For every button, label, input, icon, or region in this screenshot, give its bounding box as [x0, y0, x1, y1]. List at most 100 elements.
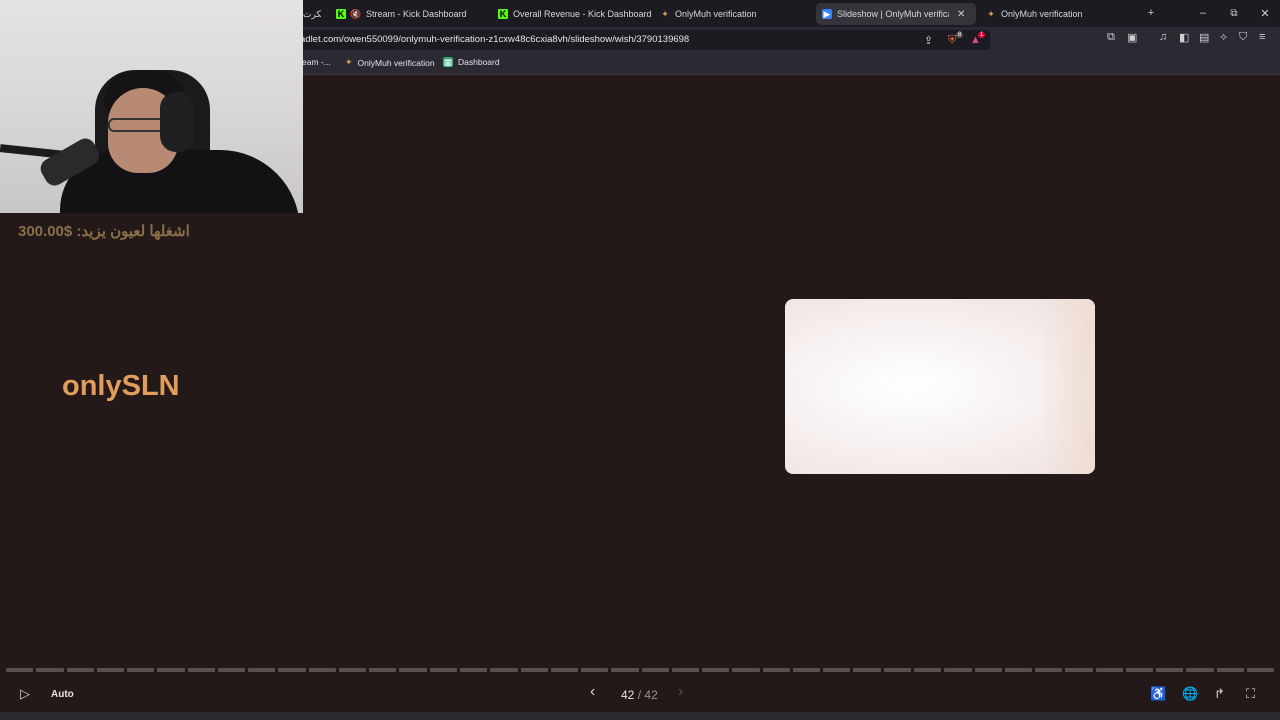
total-slides-number: 42	[644, 688, 658, 702]
progress-segment[interactable]	[66, 668, 94, 672]
progress-segment[interactable]	[278, 668, 306, 672]
slide-title: onlySLN	[62, 370, 180, 402]
tab-slideshow-active[interactable]: ▶ Slideshow | OnlyMuh verificatio ✕	[816, 3, 976, 25]
globe-icon[interactable]: 🌐	[1182, 686, 1198, 702]
close-tab-icon[interactable]: ✕	[957, 9, 965, 20]
slide-image[interactable]	[785, 299, 1095, 474]
sidebar-icon[interactable]: ◧	[1179, 31, 1189, 44]
progress-segment[interactable]	[157, 668, 185, 672]
progress-segment[interactable]	[1095, 668, 1123, 672]
progress-segment[interactable]	[399, 668, 427, 672]
onlymuh-star-icon: ✦	[987, 8, 995, 19]
previous-slide-button[interactable]: ‹	[590, 683, 595, 701]
progress-segment[interactable]	[853, 668, 881, 672]
close-window-button[interactable]: ✕	[1250, 3, 1280, 23]
progress-segment[interactable]	[490, 668, 518, 672]
alert-badge: 1	[978, 32, 986, 38]
progress-segment[interactable]	[611, 668, 639, 672]
progress-segment[interactable]	[308, 668, 336, 672]
progress-segment[interactable]	[581, 668, 609, 672]
donation-alert-text: اشغلها لعيون يزيد: $300.00	[18, 223, 190, 240]
progress-segment[interactable]	[823, 668, 851, 672]
play-icon[interactable]: ▷	[20, 686, 30, 702]
tab-label: Stream - Kick Dashboard	[366, 9, 467, 19]
progress-segment[interactable]	[1216, 668, 1244, 672]
progress-segment[interactable]	[369, 668, 397, 672]
tab-stream-kick-dashboard[interactable]: K 🔇 Stream - Kick Dashboard	[336, 3, 467, 25]
progress-segment[interactable]	[96, 668, 125, 672]
headphones	[160, 92, 194, 152]
share-arrow-icon[interactable]: ↱	[1214, 686, 1225, 702]
muted-speaker-icon[interactable]: 🔇	[350, 9, 361, 19]
progress-segment[interactable]	[1186, 668, 1214, 672]
progress-segment[interactable]	[36, 668, 64, 672]
wallet-icon[interactable]: ▤	[1199, 31, 1209, 44]
tab-label: OnlyMuh verification	[675, 9, 757, 19]
kick-logo-icon: K	[498, 9, 508, 19]
progress-segment[interactable]	[641, 668, 669, 672]
tab-overall-revenue[interactable]: K Overall Revenue - Kick Dashboard	[498, 3, 652, 25]
reader-icon[interactable]: ▣	[1127, 31, 1137, 44]
progress-segment[interactable]	[217, 668, 246, 672]
url-text[interactable]: adlet.com/owen550099/onlymuh-verificatio…	[300, 34, 689, 45]
progress-segment[interactable]	[913, 668, 942, 672]
progress-segment[interactable]	[762, 668, 790, 672]
tab-onlymuh-verification-2[interactable]: ✦ OnlyMuh verification	[986, 3, 1083, 25]
progress-segment[interactable]	[1004, 668, 1033, 672]
progress-segment[interactable]	[702, 668, 730, 672]
autoplay-mode-label[interactable]: Auto	[51, 689, 74, 700]
restore-button[interactable]: ⧉	[1219, 3, 1249, 23]
progress-segment[interactable]	[1246, 668, 1275, 672]
brave-shield-icon[interactable]: ⛨	[948, 34, 956, 47]
progress-segment[interactable]	[127, 668, 155, 672]
fullscreen-icon[interactable]: ⛶	[1246, 686, 1255, 702]
tab-label: Overall Revenue - Kick Dashboard	[513, 9, 652, 19]
webcam-overlay	[0, 0, 303, 213]
image-blur-edge	[1040, 299, 1095, 474]
progress-segment[interactable]	[1156, 668, 1184, 672]
slideshow-icon: ▶	[822, 8, 832, 19]
progress-segment[interactable]	[429, 668, 457, 672]
progress-segment[interactable]	[248, 668, 276, 672]
progress-segment[interactable]	[550, 668, 579, 672]
bookmark-dashboard[interactable]: ▦ Dashboard	[443, 57, 500, 67]
menu-icon[interactable]: ≡	[1259, 31, 1265, 43]
tab-label: الكرت	[303, 8, 321, 19]
taskbar-edge	[0, 712, 1280, 720]
progress-segment[interactable]	[671, 668, 700, 672]
dashboard-icon: ▦	[443, 56, 453, 67]
progress-segment[interactable]	[6, 668, 34, 672]
tab-onlymuh-verification-1[interactable]: ✦ OnlyMuh verification	[660, 3, 757, 25]
tab-label: OnlyMuh verification	[1001, 9, 1083, 19]
progress-segment[interactable]	[1065, 668, 1093, 672]
onlymuh-star-icon: ✦	[661, 8, 669, 19]
new-tab-button[interactable]: +	[1136, 3, 1166, 23]
accessibility-icon[interactable]: ♿	[1150, 686, 1166, 702]
bookmark-onlymuh-verification[interactable]: ✦ OnlyMuh verification	[345, 57, 435, 68]
progress-segment[interactable]	[459, 668, 488, 672]
extensions-icon[interactable]: ⧉	[1107, 31, 1115, 44]
glasses	[108, 118, 168, 132]
progress-segment[interactable]	[520, 668, 548, 672]
vpn-shield-icon[interactable]: ⛉	[1239, 31, 1247, 44]
share-icon[interactable]: ⇪	[924, 34, 933, 47]
bookmark-item[interactable]: eam -...	[302, 57, 331, 67]
progress-segment[interactable]	[944, 668, 972, 672]
progress-segment[interactable]	[187, 668, 215, 672]
kick-logo-icon: K	[336, 9, 346, 19]
progress-segment[interactable]	[732, 668, 760, 672]
minimize-button[interactable]: –	[1188, 3, 1218, 23]
slideshow-progress[interactable]	[6, 668, 1275, 672]
progress-segment[interactable]	[974, 668, 1002, 672]
progress-segment[interactable]	[792, 668, 821, 672]
counter-separator: /	[637, 688, 642, 702]
progress-segment[interactable]	[338, 668, 367, 672]
progress-segment[interactable]	[883, 668, 911, 672]
next-slide-button[interactable]: ›	[678, 683, 683, 701]
progress-segment[interactable]	[1035, 668, 1063, 672]
leo-ai-icon[interactable]: ✧	[1219, 31, 1228, 44]
media-music-icon[interactable]: ♫	[1159, 31, 1167, 43]
address-bar[interactable]: adlet.com/owen550099/onlymuh-verificatio…	[292, 30, 990, 50]
progress-segment[interactable]	[1125, 668, 1154, 672]
tab-arabic[interactable]: الكرت	[303, 3, 321, 25]
